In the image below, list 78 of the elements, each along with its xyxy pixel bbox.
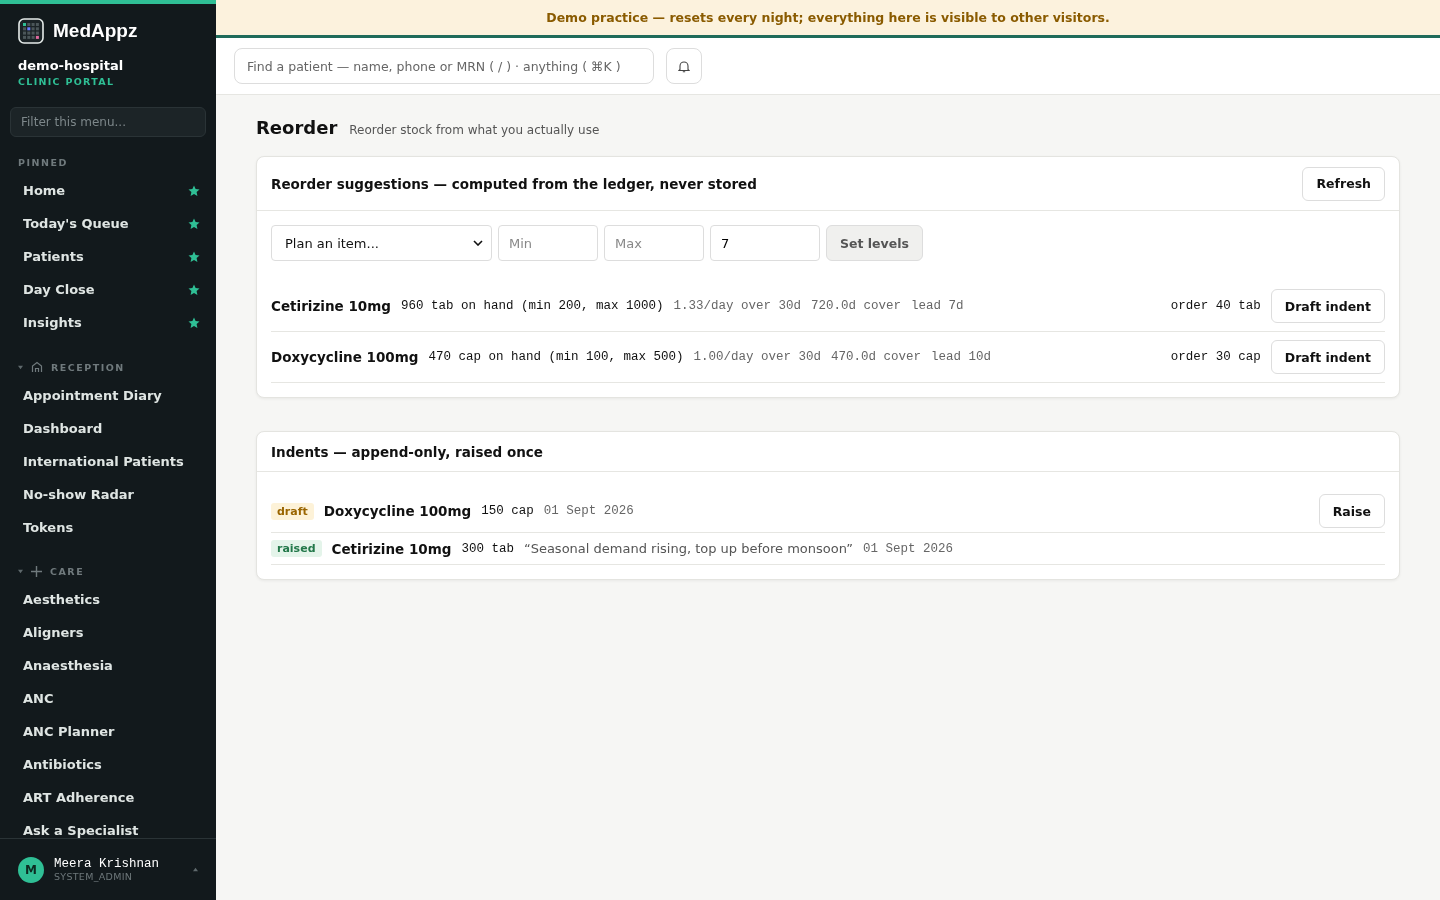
user-avatar: M [18,856,44,883]
nav-item[interactable]: Aesthetics [0,583,216,616]
draft-indent-button[interactable]: Draft indent [1270,340,1385,374]
item-name: Cetirizine 10mg [271,298,391,314]
lead-text: lead 7d [911,299,964,313]
nav-item[interactable]: Ask a Specialist [0,814,216,838]
card-title: Reorder suggestions — computed from the ledger, never stored [271,175,757,192]
house-icon [31,361,43,373]
nav-item[interactable]: Patients [0,240,216,273]
min-field[interactable]: Min [498,225,598,261]
star-icon[interactable] [188,250,200,263]
cover-text: 720.0d cover [811,299,901,313]
usage-text: 1.00/day over 30d [693,350,821,364]
item-name: Doxycycline 100mg [323,503,472,519]
star-icon[interactable] [188,283,200,296]
nav-item[interactable]: Home [0,174,216,207]
brand-name: MedAppz [53,20,138,42]
search-field[interactable]: Find a patient — name, phone or MRN ( / ) · anything ( ⌘K ) [234,48,654,84]
page-title: Reorder [256,117,338,138]
logo-icon [18,18,44,44]
nav-item[interactable]: Aligners [0,616,216,649]
caret-icon[interactable] [193,867,198,872]
lead-text: lead 10d [931,350,992,364]
section-heading: CARE [50,566,85,577]
nav-item[interactable]: Today's Queue [0,207,216,240]
section-heading: RECEPTION [51,361,125,373]
user-role: SYSTEM_ADMIN [54,871,134,882]
item-name: Doxycycline 100mg [271,349,419,365]
draft-indent-button[interactable]: Draft indent [1270,289,1385,323]
quantity-text: 150 cap [481,504,534,518]
refresh-button[interactable]: Refresh [1302,166,1385,201]
notifications-button[interactable] [666,48,702,84]
nav-item[interactable]: Anaesthesia [0,649,216,682]
nav-item[interactable]: Dashboard [0,412,216,445]
max-field[interactable]: Max [604,225,704,261]
status-badge: draft [271,502,314,520]
usage-text: 1.33/day over 30d [673,299,801,313]
nav-item[interactable]: ANC [0,682,216,715]
caret-icon[interactable] [18,569,23,574]
quantity-text: 300 tab [461,541,514,556]
org-subtitle: CLINIC PORTAL [17,75,116,87]
nav-item[interactable]: No-show Radar [0,478,216,511]
chevron-icon [473,240,483,246]
stock-text: 470 cap on hand (min 100, max 500) [428,350,684,364]
star-icon[interactable] [188,184,200,197]
nav-item[interactable]: ANC Planner [0,715,216,748]
stock-text: 960 tab on hand (min 200, max 1000) [400,299,664,313]
caret-icon[interactable] [18,364,23,370]
card-title: Indents — append-only, raised once [271,443,543,460]
set-levels-button[interactable]: Set levels [826,225,923,261]
item-select[interactable]: Plan an item... [271,225,492,261]
date-text: 01 Sept 2026 [543,504,634,518]
demo-banner: Demo practice — resets every night; everything here is visible to other visitors. [216,0,1440,38]
nav-item[interactable]: Appointment Diary [0,379,216,412]
page-subtitle: Reorder stock from what you actually use [349,123,600,137]
item-name: Cetirizine 10mg [331,540,452,557]
lead-field[interactable]: 7 [710,225,820,261]
plus-icon [31,566,42,577]
raise-button[interactable]: Raise [1318,494,1385,528]
org-name: demo-hospital [17,57,125,73]
star-icon[interactable] [188,217,200,230]
order-text: order 30 cap [1170,350,1261,364]
date-text: 01 Sept 2026 [863,541,953,556]
section-heading: PINNED [18,157,68,168]
bell-icon [678,59,690,73]
note-text: “Seasonal demand rising, top up before monsoon” [523,541,853,556]
status-badge: raised [271,540,322,557]
nav-item[interactable]: Tokens [0,511,216,544]
star-icon[interactable] [188,316,200,329]
cover-text: 470.0d cover [831,350,922,364]
nav-item[interactable]: International Patients [0,445,216,478]
nav-item[interactable]: Insights [0,306,216,339]
order-text: order 40 tab [1170,299,1261,313]
nav-item[interactable]: Antibiotics [0,748,216,781]
filter-field[interactable]: Filter this menu... [10,107,206,137]
nav-item[interactable]: Day Close [0,273,216,306]
user-name: Meera Krishnan [54,857,161,871]
nav-item[interactable]: ART Adherence [0,781,216,814]
